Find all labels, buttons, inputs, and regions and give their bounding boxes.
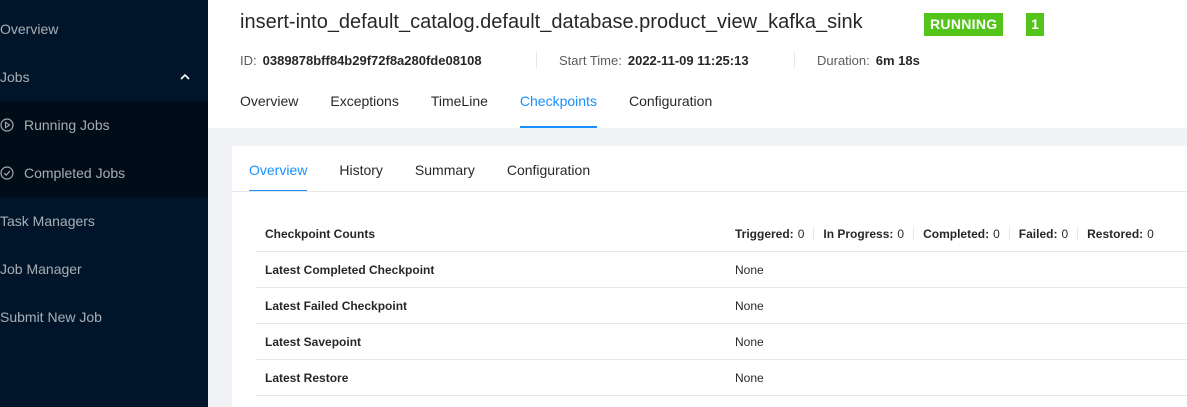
checkpoint-counts: Triggered: 0 In Progress: 0 Completed: 0 Fa… [735,227,1154,241]
row-label: Checkpoint Counts [265,227,375,241]
job-id-value: 0389878bff84b29f72f8a280fde08108 [262,53,482,68]
job-id: ID: 0389878bff84b29f72f8a280fde08108 [240,53,482,68]
task-count-badge: 1 [1026,13,1044,36]
check-circle-icon [0,166,14,180]
job-id-label: ID: [240,53,257,68]
divider [232,191,1187,192]
status-badge: RUNNING [924,13,1004,36]
count-label: Restored: [1087,227,1144,241]
sidebar-item-running-jobs[interactable]: Running Jobs [0,101,208,149]
sidebar: Overview Jobs Running Jobs Completed Job… [0,0,208,407]
subtab-summary[interactable]: Summary [415,146,475,192]
sidebar-item-label: Job Manager [0,261,82,277]
count-triggered: Triggered: 0 [735,227,804,241]
sidebar-item-label: Submit New Job [0,309,102,325]
sidebar-item-completed-jobs[interactable]: Completed Jobs [0,149,208,197]
sidebar-item-job-manager[interactable]: Job Manager [0,245,208,293]
sidebar-item-overview[interactable]: Overview [0,5,208,53]
divider [813,227,815,240]
count-completed: Completed: 0 [923,227,1000,241]
row-label: Latest Completed Checkpoint [265,263,435,277]
sidebar-item-label: Overview [0,21,59,37]
tab-timeline[interactable]: TimeLine [431,93,488,128]
sidebar-item-label: Task Managers [0,213,95,229]
divider [1077,227,1079,240]
count-in-progress: In Progress: 0 [823,227,904,241]
duration-value: 6m 18s [875,53,920,68]
count-label: Triggered: [735,227,794,241]
count-value: 0 [797,227,805,241]
count-restored: Restored: 0 [1087,227,1154,241]
sidebar-item-label: Completed Jobs [24,165,126,181]
sidebar-item-label: Running Jobs [24,117,110,133]
job-header: insert-into_default_catalog.default_data… [208,0,1187,128]
sidebar-item-jobs[interactable]: Jobs [0,53,208,101]
divider [1008,227,1010,240]
duration-label: Duration: [817,53,870,68]
divider [536,52,537,68]
sidebar-item-label: Jobs [0,69,30,85]
tab-checkpoints[interactable]: Checkpoints [519,93,598,128]
count-label: Failed: [1018,227,1058,241]
table-row: Latest Failed Checkpoint None [256,288,1187,324]
count-label: Completed: [923,227,990,241]
count-value: 0 [1147,227,1154,241]
sidebar-item-submit-new-job[interactable]: Submit New Job [0,293,208,341]
table-row: Checkpoint Counts Triggered: 0 In Progres… [256,216,1187,252]
chevron-up-icon [180,73,190,80]
table-row: Latest Restore None [256,360,1187,396]
divider [913,227,915,240]
row-label: Latest Savepoint [265,335,362,349]
job-title: insert-into_default_catalog.default_data… [240,11,863,33]
row-label: Latest Restore [265,371,349,385]
tab-overview[interactable]: Overview [240,93,298,128]
sidebar-item-task-managers[interactable]: Task Managers [0,197,208,245]
subtab-overview[interactable]: Overview [249,146,308,192]
checkpoints-card: Overview History Summary Configuration C… [232,146,1187,407]
divider [794,52,795,68]
subtab-history[interactable]: History [339,146,383,192]
checkpoint-subtabs: Overview History Summary Configuration [249,146,622,192]
table-row: Latest Completed Checkpoint None [256,252,1187,288]
count-value: 0 [1061,227,1069,241]
tab-configuration[interactable]: Configuration [629,93,712,128]
job-start-time: Start Time: 2022-11-09 11:25:13 [559,53,749,68]
count-failed: Failed: 0 [1019,227,1068,241]
count-value: 0 [897,227,905,241]
play-circle-icon [0,118,14,132]
table-row: Latest Savepoint None [256,324,1187,360]
job-tabs: Overview Exceptions TimeLine Checkpoints… [240,93,744,128]
row-value: None [735,335,764,349]
job-duration: Duration: 6m 18s [817,53,920,68]
tab-exceptions[interactable]: Exceptions [330,93,398,128]
row-value: None [735,371,764,385]
row-value: None [735,299,764,313]
row-value: None [735,263,764,277]
count-label: In Progress: [823,227,894,241]
start-time-label: Start Time: [559,53,622,68]
start-time-value: 2022-11-09 11:25:13 [627,53,749,68]
count-value: 0 [993,227,1000,241]
row-label: Latest Failed Checkpoint [265,299,408,313]
checkpoint-overview-table: Checkpoint Counts Triggered: 0 In Progres… [256,216,1187,396]
subtab-configuration[interactable]: Configuration [507,146,590,192]
